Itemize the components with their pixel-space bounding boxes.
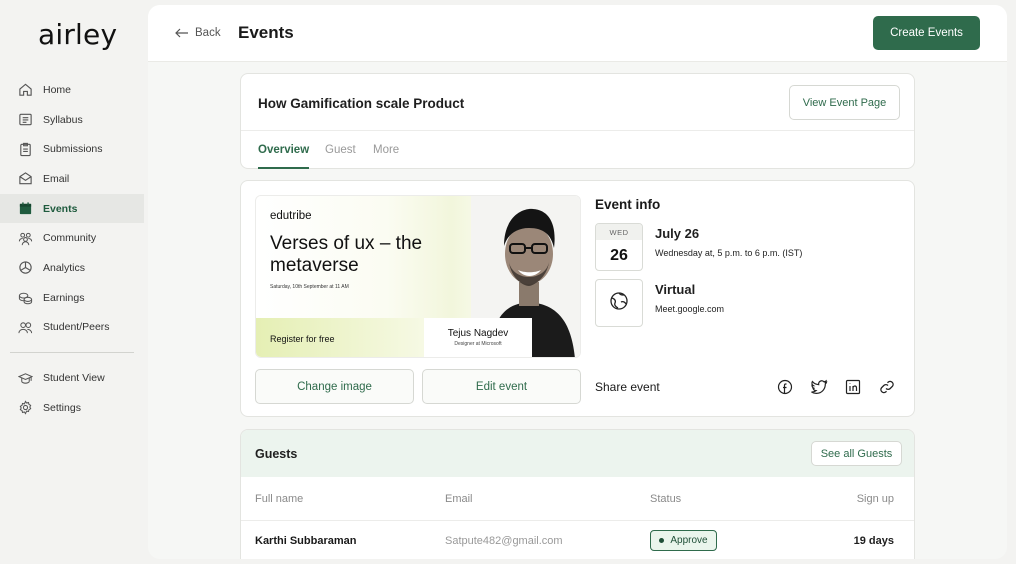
sidebar-item-events[interactable]: Events (0, 193, 144, 224)
people-icon (18, 231, 33, 246)
column-header-sign-up[interactable]: Sign up (857, 493, 894, 505)
sidebar-item-email[interactable]: Email (0, 164, 144, 194)
sidebar-divider (10, 352, 134, 354)
sidebar-nav: Home Syllabus Submissions Email Events C… (0, 75, 144, 423)
share-event-label: Share event (595, 380, 660, 394)
guests-title: Guests (255, 447, 298, 461)
date-tile: WED 26 (595, 223, 643, 271)
event-banner-image: edutribe Verses of ux – the metaverse Sa… (255, 195, 581, 358)
clipboard-icon (18, 142, 33, 157)
create-events-button[interactable]: Create Events (873, 16, 980, 50)
see-all-guests-button[interactable]: See all Guests (811, 441, 902, 466)
status-dot (659, 538, 665, 543)
coins-icon (18, 290, 33, 305)
guest-name: Karthi Subbaraman (255, 535, 357, 547)
banner-brand: edutribe (270, 210, 312, 222)
speaker-role: Designer at Microsoft (454, 341, 502, 347)
back-button[interactable]: Back (175, 25, 221, 41)
sidebar-item-label: Syllabus (43, 113, 83, 126)
sidebar: airley Home Syllabus Submissions Email E… (0, 0, 148, 564)
sidebar-item-label: Email (43, 172, 70, 185)
edit-event-button[interactable]: Edit event (422, 369, 581, 404)
status-badge[interactable]: Approve (650, 530, 717, 551)
link-icon[interactable] (878, 378, 896, 396)
event-header-card: How Gamification scale Product View Even… (240, 73, 915, 169)
banner-heading: Verses of ux – the metaverse (270, 233, 423, 276)
banner-register: Register for free (256, 318, 424, 357)
sidebar-item-student-peers[interactable]: Student/Peers (0, 313, 144, 343)
tab-overview[interactable]: Overview (258, 144, 309, 156)
banner-date: Saturday, 10th September at 11 AM (270, 284, 349, 290)
location-tile (595, 279, 643, 327)
view-event-page-button[interactable]: View Event Page (789, 85, 900, 120)
speaker-name: Tejus Nagdev (447, 328, 509, 339)
column-header-email[interactable]: Email (445, 493, 473, 505)
guests-card: Guests See all Guests Full name Email St… (240, 429, 915, 559)
change-image-button[interactable]: Change image (255, 369, 414, 404)
sidebar-item-label: Student View (43, 372, 105, 385)
pie-chart-icon (18, 260, 33, 275)
event-title: How Gamification scale Product (258, 96, 465, 111)
divider (241, 520, 914, 521)
divider (241, 130, 914, 131)
users-icon (18, 320, 33, 335)
app-logo: airley (38, 18, 118, 51)
facebook-icon[interactable] (776, 378, 794, 396)
top-bar: Back Events Create Events (148, 5, 1007, 62)
graduation-cap-icon (18, 371, 33, 386)
speaker-card: Tejus Nagdev Designer at Microsoft (424, 318, 532, 357)
event-info-title: Event info (595, 197, 661, 212)
sidebar-item-label: Home (43, 83, 72, 96)
twitter-icon[interactable] (810, 378, 828, 396)
tab-guest[interactable]: Guest (325, 144, 356, 156)
sidebar-item-student-view[interactable]: Student View (0, 363, 144, 393)
active-tab-indicator (258, 167, 309, 169)
envelope-icon (18, 171, 33, 186)
event-date: July 26 (655, 226, 700, 241)
gear-icon (18, 400, 33, 415)
guests-header: Guests See all Guests (241, 430, 914, 477)
column-header-status[interactable]: Status (650, 493, 681, 505)
event-details-card: edutribe Verses of ux – the metaverse Sa… (240, 180, 915, 417)
sidebar-item-label: Submissions (43, 143, 103, 156)
column-header-full-name[interactable]: Full name (255, 493, 303, 505)
list-icon (18, 112, 33, 127)
guest-email: Satpute482@gmail.com (445, 535, 563, 547)
sidebar-item-label: Events (43, 202, 78, 215)
tab-more[interactable]: More (373, 144, 399, 156)
sidebar-item-submissions[interactable]: Submissions (0, 134, 144, 164)
page-title: Events (238, 23, 294, 42)
sidebar-item-syllabus[interactable]: Syllabus (0, 105, 144, 135)
sidebar-item-analytics[interactable]: Analytics (0, 253, 144, 283)
event-time: Wednesday at, 5 p.m. to 6 p.m. (IST) (655, 248, 803, 258)
arrow-left-icon (175, 25, 189, 41)
main-panel: Back Events Create Events How Gamificati… (148, 5, 1007, 559)
linkedin-icon[interactable] (844, 378, 862, 396)
home-icon (18, 82, 33, 97)
status-label: Approve (670, 535, 708, 546)
sidebar-item-community[interactable]: Community (0, 223, 144, 253)
sidebar-item-label: Community (43, 232, 97, 245)
date-day-of-week: WED (596, 224, 642, 240)
sidebar-item-home[interactable]: Home (0, 75, 144, 105)
sidebar-item-label: Analytics (43, 261, 86, 274)
sidebar-item-earnings[interactable]: Earnings (0, 283, 144, 313)
back-label: Back (195, 27, 221, 39)
sidebar-item-label: Student/Peers (43, 321, 110, 334)
sidebar-item-label: Settings (43, 401, 81, 414)
date-day-number: 26 (610, 247, 628, 264)
calendar-icon (18, 201, 33, 216)
guest-signup: 19 days (853, 535, 894, 547)
event-location-link[interactable]: Meet.google.com (655, 304, 724, 314)
sidebar-item-settings[interactable]: Settings (0, 393, 144, 423)
globe-icon (609, 291, 629, 316)
event-location: Virtual (655, 282, 696, 297)
sidebar-item-label: Earnings (43, 291, 85, 304)
